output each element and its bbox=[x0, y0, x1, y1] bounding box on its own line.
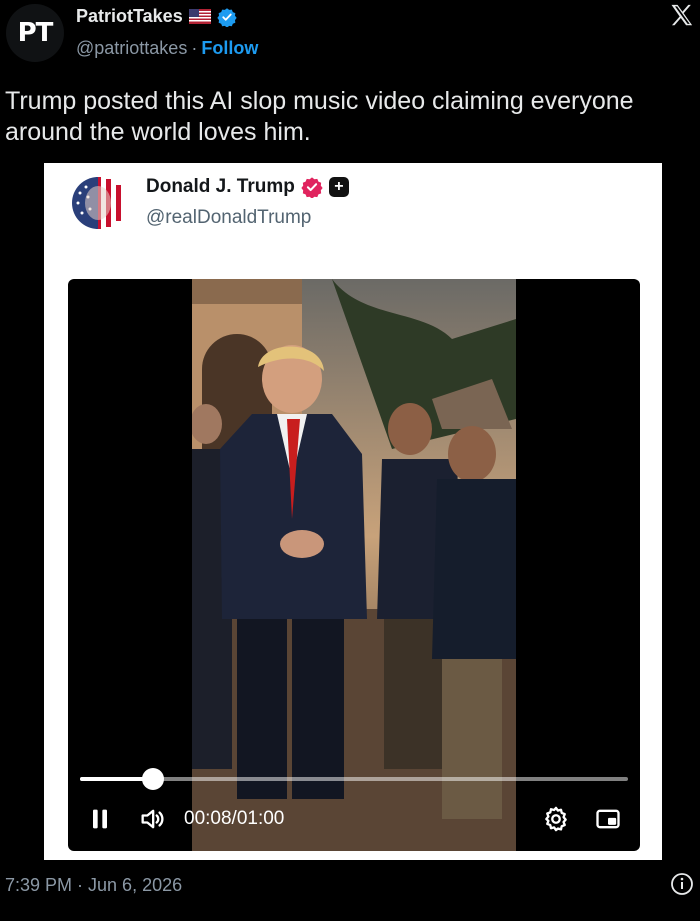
embedded-post-card: Donald J. Trump + @realDonaldTrump 00:08… bbox=[44, 163, 662, 860]
flag-portrait-image bbox=[68, 173, 128, 233]
embedded-handle[interactable]: @realDonaldTrump bbox=[146, 207, 311, 229]
gear-icon[interactable] bbox=[542, 805, 570, 833]
embedded-avatar[interactable] bbox=[68, 173, 128, 233]
avatar-initials: PT bbox=[17, 18, 54, 48]
embedded-display-name[interactable]: Donald J. Trump bbox=[146, 176, 295, 198]
video-controls: 00:08/01:00 bbox=[68, 799, 640, 839]
tweet-text: Trump posted this AI slop music video cl… bbox=[5, 87, 634, 146]
verified-badge-icon bbox=[217, 7, 237, 27]
video-duration: 01:00 bbox=[236, 808, 285, 829]
x-logo-icon[interactable] bbox=[668, 2, 696, 30]
video-current-time: 00:08 bbox=[184, 808, 232, 829]
video-scrubber-handle[interactable] bbox=[141, 768, 164, 790]
tweet-header: PT PatriotTakes @patriottakes · Follow bbox=[0, 0, 700, 80]
info-icon[interactable] bbox=[670, 872, 694, 896]
follow-button[interactable]: Follow bbox=[201, 38, 258, 59]
tweet-timestamp[interactable]: 7:39 PM · Jun 6, 2026 bbox=[5, 875, 182, 896]
verified-badge-icon bbox=[301, 177, 323, 198]
author-display-name[interactable]: PatriotTakes bbox=[76, 6, 183, 27]
author-name-row: PatriotTakes bbox=[76, 6, 237, 27]
volume-icon[interactable] bbox=[138, 805, 166, 833]
video-frame-image bbox=[192, 279, 516, 851]
picture-in-picture-icon[interactable] bbox=[594, 805, 622, 833]
avatar[interactable]: PT bbox=[6, 4, 64, 62]
tweet-media[interactable]: Donald J. Trump + @realDonaldTrump 00:08… bbox=[6, 163, 700, 860]
us-flag-icon bbox=[188, 9, 211, 24]
video-player[interactable]: 00:08/01:00 bbox=[68, 279, 640, 851]
video-progress-bar[interactable] bbox=[80, 768, 628, 790]
author-handle[interactable]: @patriottakes bbox=[76, 38, 187, 59]
plus-badge-icon: + bbox=[328, 177, 349, 197]
author-handle-row: @patriottakes · Follow bbox=[76, 38, 258, 59]
embedded-name-row: Donald J. Trump + bbox=[146, 176, 349, 198]
pause-icon[interactable] bbox=[86, 805, 114, 833]
video-time: 00:08/01:00 bbox=[184, 808, 284, 830]
separator-dot: · bbox=[191, 38, 198, 58]
